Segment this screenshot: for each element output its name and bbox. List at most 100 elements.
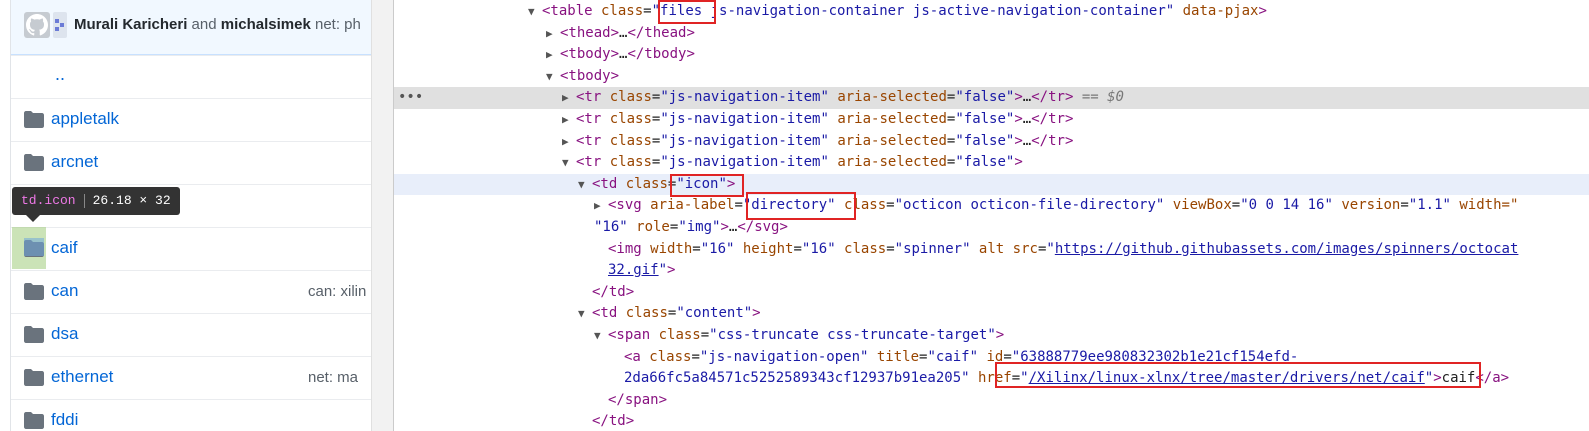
attr-value[interactable]: "js-navigation-open" bbox=[700, 349, 869, 365]
list-item[interactable]: appletalk bbox=[11, 98, 371, 142]
expand-arrow-icon[interactable]: ▶ bbox=[594, 195, 608, 217]
folder-icon bbox=[24, 412, 44, 429]
attr-value-directory[interactable]: "directory" bbox=[743, 197, 836, 213]
more-options-icon[interactable]: ••• bbox=[398, 87, 423, 109]
attr-value-icon[interactable]: "icon" bbox=[676, 176, 727, 192]
collapse-arrow-icon[interactable]: ▼ bbox=[562, 152, 576, 174]
collapse-arrow-icon[interactable]: ▼ bbox=[528, 1, 542, 23]
file-link[interactable]: caif bbox=[51, 238, 77, 258]
dom-node-tr[interactable]: ▼ <tr class="js-navigation-item" aria-sel… bbox=[394, 152, 1589, 174]
href-link[interactable]: /Xilinx/linux-xlnx/tree/master/drivers/n… bbox=[1029, 370, 1425, 386]
parent-directory-row[interactable]: .. bbox=[11, 55, 371, 99]
commit-message[interactable]: net: ph bbox=[311, 16, 361, 33]
dom-node-td-icon[interactable]: ▼ <td class="icon"> bbox=[394, 173, 1589, 196]
avatar[interactable] bbox=[53, 12, 67, 38]
file-link[interactable]: fddi bbox=[51, 410, 78, 430]
list-item[interactable]: arcnet bbox=[11, 141, 371, 185]
github-file-browser: Murali Karicheri and michalsimek net: ph… bbox=[0, 0, 371, 431]
collapse-arrow-icon[interactable]: ▼ bbox=[546, 66, 560, 88]
attr-value-files[interactable]: files bbox=[660, 3, 702, 19]
attr-value[interactable]: 2da66fc5a84571c5252589343cf12937b91ea205… bbox=[624, 370, 970, 386]
file-link[interactable]: appletalk bbox=[51, 109, 119, 129]
attr-value[interactable]: "63888779ee980832302b1e21cf154efd- bbox=[1012, 349, 1299, 365]
dom-node-tbody[interactable]: ▶ <tbody>…</tbody> bbox=[394, 44, 1589, 66]
github-mark-icon bbox=[26, 14, 48, 36]
attr-name[interactable]: width=" bbox=[1451, 197, 1518, 213]
attr-value[interactable]: js-navigation-container js-active-naviga… bbox=[702, 3, 1175, 19]
dom-node-tbody[interactable]: ▼ <tbody> bbox=[394, 66, 1589, 88]
inspect-highlight-content bbox=[24, 238, 44, 256]
attr-value[interactable]: "16" bbox=[701, 241, 735, 257]
attr-value[interactable]: "octicon octicon-file-directory" bbox=[895, 197, 1165, 213]
file-commit-message[interactable]: net: ma bbox=[308, 369, 358, 386]
attr-value[interactable]: "false" bbox=[955, 111, 1014, 127]
file-commit-message[interactable]: can: xilin bbox=[308, 283, 366, 300]
attr-value[interactable]: "16" bbox=[594, 219, 628, 235]
dom-node-img-cont[interactable]: 32.gif"> bbox=[394, 260, 1589, 282]
list-item[interactable]: dsa bbox=[11, 313, 371, 357]
list-item[interactable]: fddi bbox=[11, 399, 371, 431]
devtools-elements-panel: ▼ <table class="files js-navigation-conta… bbox=[393, 0, 1589, 431]
dom-node-img[interactable]: <img width="16" height="16" class="spinn… bbox=[394, 239, 1589, 261]
file-link[interactable]: can bbox=[51, 281, 78, 301]
parent-directory-link[interactable]: .. bbox=[55, 64, 65, 85]
attr-value[interactable]: "js-navigation-item" bbox=[660, 154, 829, 170]
attr-value[interactable]: "content" bbox=[676, 305, 752, 321]
img-src-link[interactable]: https://github.githubassets.com/images/s… bbox=[1055, 241, 1519, 257]
expand-arrow-icon[interactable]: ▶ bbox=[562, 87, 576, 109]
dom-node-a-cont[interactable]: 2da66fc5a84571c5252589343cf12937b91ea205… bbox=[394, 368, 1589, 390]
file-link[interactable]: arcnet bbox=[51, 152, 98, 172]
collapse-arrow-icon[interactable]: ▼ bbox=[578, 174, 592, 196]
latest-commit-bar: Murali Karicheri and michalsimek net: ph bbox=[11, 0, 371, 55]
dom-node-a[interactable]: <a class="js-navigation-open" title="cai… bbox=[394, 347, 1589, 369]
attr-value[interactable]: "spinner" bbox=[895, 241, 971, 257]
folder-icon bbox=[24, 369, 44, 386]
dom-node-span-close[interactable]: </span> bbox=[394, 390, 1589, 412]
commit-author-link[interactable]: michalsimek bbox=[221, 16, 311, 33]
dom-node-svg-cont[interactable]: "16" role="img">…</svg> bbox=[394, 217, 1589, 239]
folder-icon bbox=[24, 326, 44, 343]
dom-node-tr[interactable]: ▶ <tr class="js-navigation-item" aria-sel… bbox=[394, 131, 1589, 153]
attr-value[interactable]: "img" bbox=[678, 219, 720, 235]
list-item[interactable]: caif bbox=[11, 227, 371, 271]
inspect-tooltip: td.icon 26.18 × 32 bbox=[12, 187, 180, 215]
attr-value[interactable]: "0 0 14 16" bbox=[1240, 197, 1333, 213]
collapse-arrow-icon[interactable]: ▼ bbox=[578, 303, 592, 325]
attr-value[interactable]: "css-truncate css-truncate-target" bbox=[709, 327, 996, 343]
attr-value[interactable]: "js-navigation-item" bbox=[660, 133, 829, 149]
dom-node-thead[interactable]: ▶ <thead>…</thead> bbox=[394, 23, 1589, 45]
panel-divider[interactable] bbox=[371, 0, 394, 431]
attr-value[interactable]: "1.1" bbox=[1409, 197, 1451, 213]
list-item[interactable]: ethernet net: ma bbox=[11, 356, 371, 400]
tooltip-selector: td.icon bbox=[21, 193, 76, 208]
dom-node-tr-selected[interactable]: ••• ▶ <tr class="js-navigation-item" aria-… bbox=[394, 87, 1589, 109]
attr-value[interactable]: "false" bbox=[955, 154, 1014, 170]
attr-value[interactable]: "false" bbox=[955, 133, 1014, 149]
attr-value[interactable]: "false" bbox=[955, 89, 1014, 105]
user-icon bbox=[55, 19, 64, 31]
dom-node-span[interactable]: ▼ <span class="css-truncate css-truncate-… bbox=[394, 325, 1589, 347]
expand-arrow-icon[interactable]: ▶ bbox=[546, 23, 560, 45]
dom-node-table[interactable]: ▼ <table class="files js-navigation-conta… bbox=[394, 1, 1589, 23]
dom-node-td-close[interactable]: </td> bbox=[394, 411, 1589, 431]
dom-node-tr[interactable]: ▶ <tr class="js-navigation-item" aria-sel… bbox=[394, 109, 1589, 131]
expand-arrow-icon[interactable]: ▶ bbox=[546, 44, 560, 66]
attr-value[interactable]: "js-navigation-item" bbox=[660, 89, 829, 105]
tooltip-separator bbox=[83, 193, 85, 208]
collapse-arrow-icon[interactable]: ▼ bbox=[594, 325, 608, 347]
commit-author-link[interactable]: Murali Karicheri bbox=[74, 16, 187, 33]
attr-name[interactable]: data-pjax bbox=[1174, 3, 1259, 19]
img-src-link[interactable]: 32.gif bbox=[608, 262, 659, 278]
file-link[interactable]: ethernet bbox=[51, 367, 113, 387]
dom-node-td-content[interactable]: ▼ <td class="content"> bbox=[394, 303, 1589, 325]
avatar[interactable] bbox=[24, 12, 50, 38]
attr-value[interactable]: "16" bbox=[802, 241, 836, 257]
expand-arrow-icon[interactable]: ▶ bbox=[562, 131, 576, 153]
attr-value[interactable]: "caif" bbox=[927, 349, 978, 365]
dom-node-svg[interactable]: ▶ <svg aria-label="directory" class="octi… bbox=[394, 195, 1589, 217]
expand-arrow-icon[interactable]: ▶ bbox=[562, 109, 576, 131]
list-item[interactable]: can can: xilin bbox=[11, 270, 371, 314]
dom-node-td-close[interactable]: </td> bbox=[394, 282, 1589, 304]
attr-value[interactable]: "js-navigation-item" bbox=[660, 111, 829, 127]
file-link[interactable]: dsa bbox=[51, 324, 78, 344]
